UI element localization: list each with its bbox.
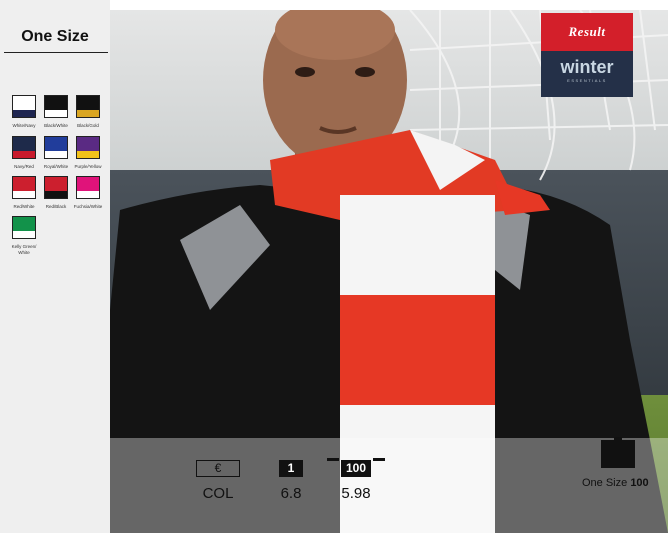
colour-swatch-label: Purple/Yellow [74,164,102,169]
brand-result-text: Result [541,13,633,51]
qty-break-2: 100 [341,460,371,477]
colour-swatch-label: Red/White [13,204,35,209]
colour-swatch [44,176,68,199]
price-qty-2: 5.98 [341,485,371,502]
currency-label: COL [202,485,234,502]
colour-swatch [12,176,36,199]
size-title: One Size [21,28,89,45]
colour-swatch-label: Red/Black [45,204,67,209]
brand-tagline: ESSENTIALS [567,78,607,83]
currency-symbol: € [196,460,240,477]
pack-info: One Size 100 [582,477,649,489]
qty-break-1: 1 [279,460,303,477]
qty-range-left-marker [327,458,339,461]
colour-swatch-label: White/Navy [12,123,36,128]
sidebar: One Size [0,0,110,533]
pack-size: One Size [582,477,628,489]
colour-swatch [76,176,100,199]
colour-swatch [76,136,100,159]
colour-swatch [76,95,100,118]
colour-swatch-label: Fuchsia/White [73,204,103,209]
brand-logo: Result winter ESSENTIALS [541,13,633,97]
colour-swatch-label: Royal/White [43,164,69,169]
colour-swatch-label: Kelly Green/ White [11,244,37,255]
carton-icon [601,437,635,468]
colour-swatch-label: Black/White [44,123,68,128]
colour-swatch [44,95,68,118]
colour-swatch-label: Navy/Red [14,164,34,169]
colour-swatch [44,136,68,159]
qty-range-right-marker [373,458,385,461]
price-qty-1: 6.8 [280,485,302,502]
colour-swatch [12,95,36,118]
brand-winter-text: winter [560,57,614,77]
pack-quantity: 100 [630,477,649,489]
colour-swatch-label: Black/Gold [77,123,99,128]
size-divider [4,52,108,53]
colour-swatch [12,136,36,159]
colour-swatch [12,216,36,239]
